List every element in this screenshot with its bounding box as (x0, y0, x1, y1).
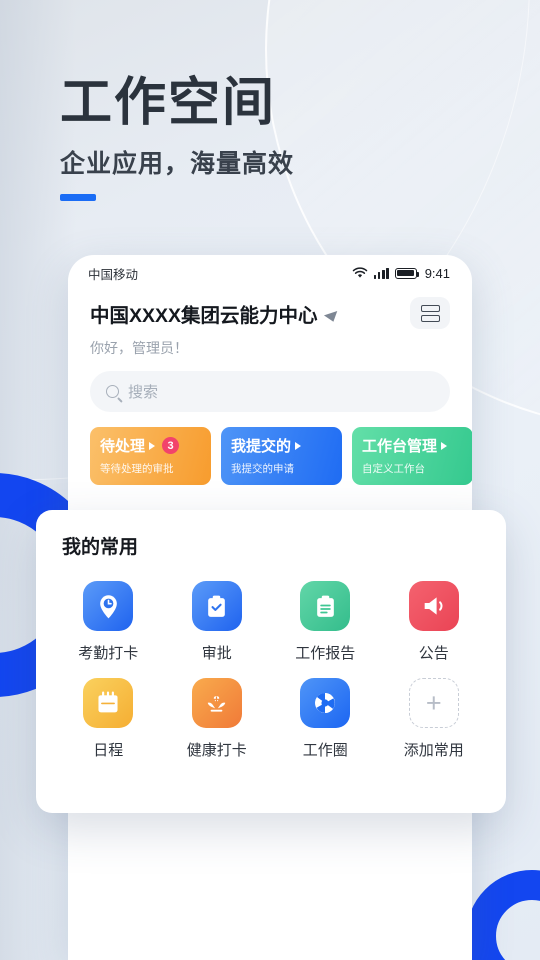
favorite-item-announcement[interactable]: 公告 (380, 581, 489, 663)
favorite-item-report[interactable]: 工作报告 (271, 581, 380, 663)
status-indicators: 9:41 (352, 266, 450, 281)
favorite-item-schedule[interactable]: 日程 (54, 678, 163, 760)
quick-card-title: 工作台管理 (362, 438, 438, 455)
favorite-item-label: 添加常用 (403, 742, 464, 759)
favorites-grid[interactable]: 考勤打卡 审批 工作报告 公告 日程 健康打卡 工作圈 + 添加常用 (36, 559, 506, 760)
app-header: 中国XXXX集团云能力中心 你好，管理员！ (68, 291, 472, 358)
caret-down-icon (323, 310, 340, 324)
background-ring-right (466, 870, 540, 960)
chevron-right-icon (149, 441, 156, 450)
quick-card-subtitle: 自定义工作台 (362, 463, 425, 475)
favorite-item-label: 工作报告 (295, 645, 356, 662)
favorite-item-label: 考勤打卡 (78, 645, 139, 662)
favorite-item-add[interactable]: + 添加常用 (380, 678, 489, 760)
my-favorites-panel: 我的常用 考勤打卡 审批 工作报告 公告 日程 健康打卡 工作圈 + 添加常用 (36, 510, 506, 813)
status-bar: 中国移动 9:41 (68, 255, 472, 291)
status-badge: 3 (162, 437, 180, 454)
quick-card-title: 待处理 (100, 438, 146, 455)
quick-card-title-row: 待处理 3 (100, 435, 201, 456)
greeting-label: 你好，管理员！ (90, 340, 188, 356)
search-icon (106, 385, 119, 398)
location-pin-clock-icon (83, 581, 134, 631)
quick-card-subtitle: 等待处理的审批 (100, 463, 174, 475)
heart-hands-icon (191, 678, 242, 728)
quick-card-pending[interactable]: 待处理 3 等待处理的审批 (90, 427, 211, 485)
page-subtitle: 企业应用，海量高效 (60, 149, 295, 178)
calendar-icon (83, 678, 134, 728)
carrier-label: 中国移动 (88, 267, 139, 282)
battery-icon (394, 267, 420, 279)
clipboard-check-icon (191, 581, 242, 631)
favorite-item-health[interactable]: 健康打卡 (163, 678, 272, 760)
panel-title: 我的常用 (62, 537, 139, 558)
org-row: 中国XXXX集团云能力中心 (90, 297, 450, 329)
megaphone-icon (408, 581, 459, 631)
clock-label: 9:41 (424, 265, 450, 281)
plus-icon: + (408, 678, 459, 728)
quick-card-title-row: 工作台管理 (362, 435, 463, 456)
quick-card-title: 我提交的 (231, 438, 292, 455)
favorite-item-label: 公告 (418, 645, 449, 662)
favorite-item-attendance[interactable]: 考勤打卡 (54, 581, 163, 663)
document-lines-icon (300, 581, 351, 631)
favorite-item-label: 健康打卡 (186, 742, 247, 759)
scan-icon[interactable] (410, 297, 450, 329)
chevron-right-icon (295, 441, 302, 450)
favorite-item-label: 日程 (93, 742, 124, 759)
quick-card-submitted[interactable]: 我提交的 我提交的申请 (221, 427, 342, 485)
search-placeholder: 搜索 (128, 384, 159, 401)
chevron-right-icon (441, 441, 448, 450)
signal-icon (373, 267, 389, 279)
favorite-item-workcircle[interactable]: 工作圈 (271, 678, 380, 760)
wifi-icon (352, 267, 367, 278)
page-header: 工作空间 企业应用，海量高效 (60, 74, 294, 201)
favorite-item-approval[interactable]: 审批 (163, 581, 272, 663)
search-input[interactable]: 搜索 (90, 371, 450, 412)
quick-card-row[interactable]: 待处理 3 等待处理的审批 我提交的 我提交的申请 工作台管理 自定义工作台 (68, 427, 472, 485)
org-name-label: 中国XXXX集团云能力中心 (90, 304, 318, 327)
favorite-item-label: 工作圈 (302, 742, 348, 759)
quick-card-workbench[interactable]: 工作台管理 自定义工作台 (352, 427, 472, 485)
page-title: 工作空间 (60, 74, 277, 132)
org-selector[interactable]: 中国XXXX集团云能力中心 (90, 299, 340, 328)
quick-card-title-row: 我提交的 (231, 435, 332, 456)
title-underline-rule (60, 193, 96, 201)
pinwheel-icon (300, 678, 351, 728)
quick-card-subtitle: 我提交的申请 (231, 463, 294, 475)
favorite-item-label: 审批 (201, 645, 232, 662)
